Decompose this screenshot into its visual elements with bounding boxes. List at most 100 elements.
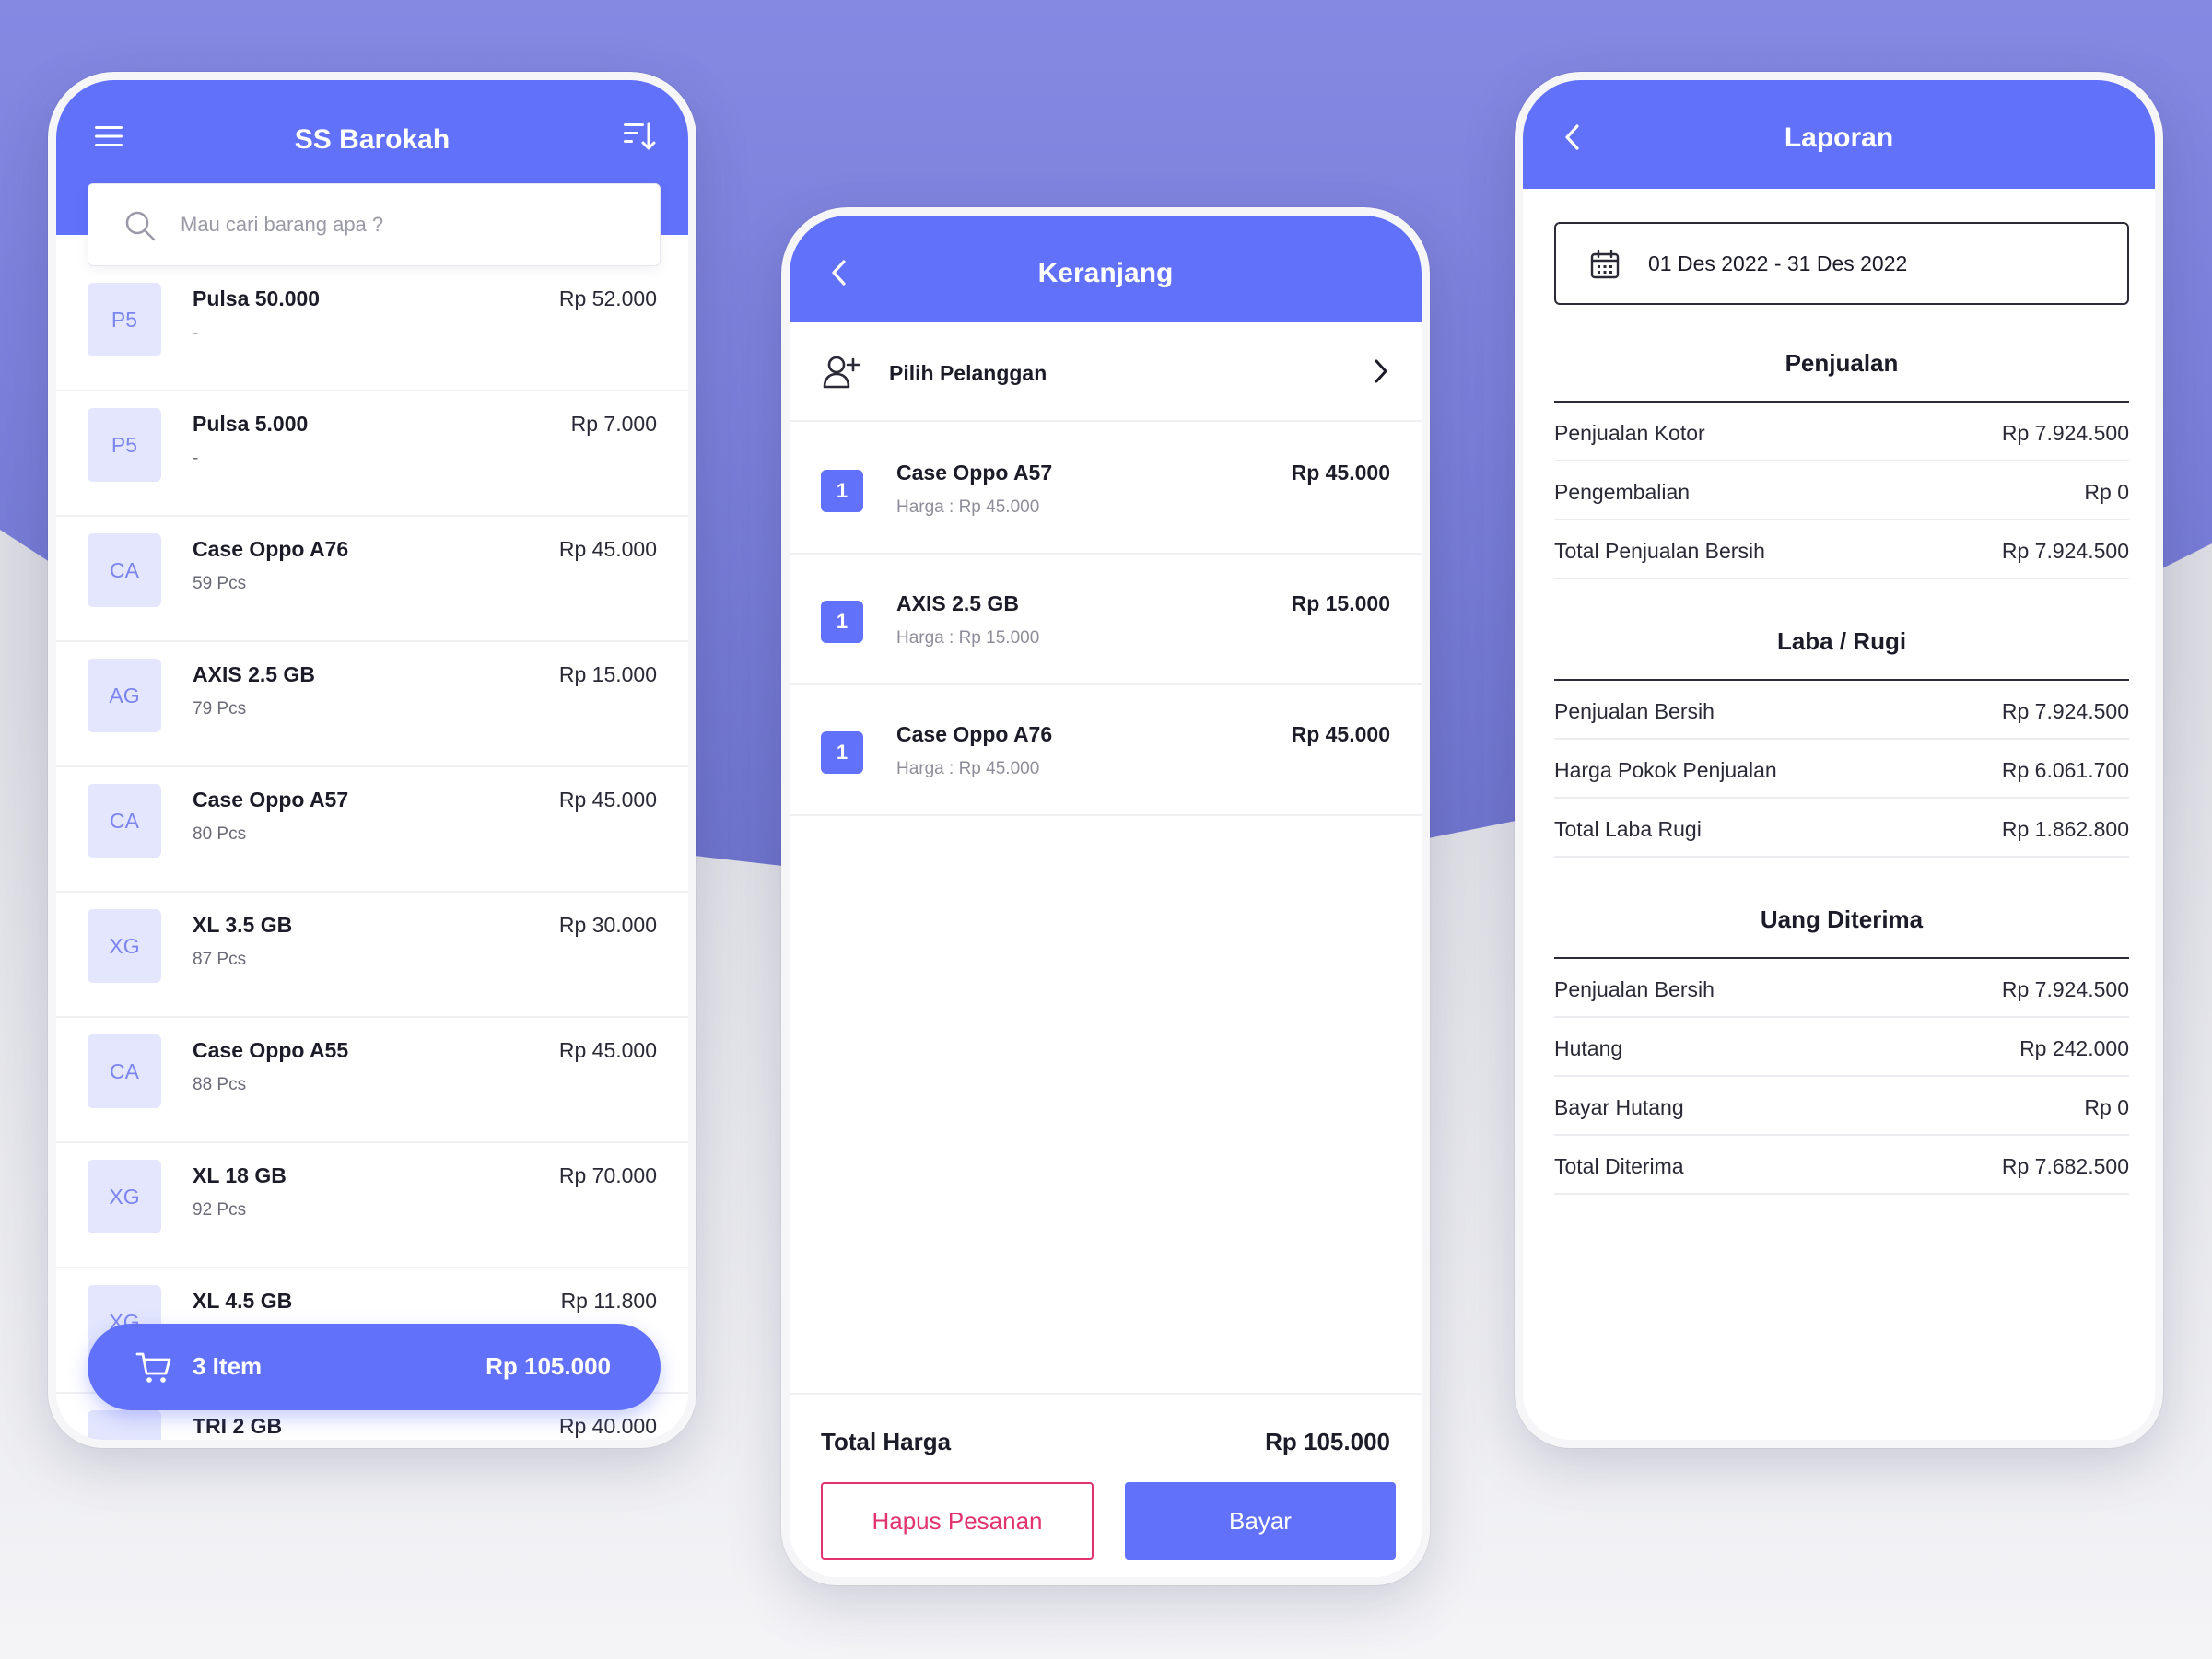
page-title: Laporan [1784,123,1894,153]
calendar-icon [1590,249,1620,279]
cart-item-unit-price: Harga : Rp 45.000 [896,497,1040,517]
report-row: Total Laba Rugi Rp 1.862.800 [1554,799,2129,858]
page-title: Keranjang [1037,258,1174,288]
phone-cart: Keranjang Pilih Pelanggan 1 Case Oppo A5… [781,207,1430,1585]
cart-item[interactable]: 1 AXIS 2.5 GB Harga : Rp 15.000 Rp 15.00… [790,555,1422,685]
report-row: Total Diterima Rp 7.682.500 [1554,1136,2129,1195]
cart-item-price: Rp 45.000 [1291,722,1390,746]
product-name: Case Oppo A57 [193,788,349,812]
report-value: Rp 7.924.500 [2001,977,2129,1001]
product-price: Rp 11.800 [560,1289,657,1313]
report-label: Pengembalian [1554,480,1691,504]
product-stock: 59 Pcs [193,574,247,593]
product-initials: CA [88,533,161,607]
cart-footer: Total Harga Rp 105.000 Hapus Pesanan Bay… [790,1393,1422,1577]
report-value: Rp 0 [2084,1095,2129,1119]
product-initials: XG [88,909,161,983]
report-label: Total Laba Rugi [1554,817,1702,841]
section-title: Penjualan [1785,349,1899,377]
product-name: XL 3.5 GB [193,913,293,937]
product-row[interactable]: AG AXIS 2.5 GB 79 Pcs Rp 15.000 [56,642,688,767]
product-price: Rp 70.000 [558,1163,657,1187]
report-row: Harga Pokok Penjualan Rp 6.061.700 [1554,740,2129,799]
product-name: XL 18 GB [193,1163,287,1187]
report-label: Bayar Hutang [1554,1095,1684,1119]
product-name: Pulsa 50.000 [193,286,321,310]
app-bar: Laporan [1523,80,2155,189]
product-initials: P5 [88,408,161,482]
product-initials: P5 [88,283,161,356]
report-label: Penjualan Kotor [1554,421,1705,445]
product-row[interactable]: CA Case Oppo A55 88 Pcs Rp 45.000 [56,1018,688,1143]
app-bar: Keranjang [790,216,1422,322]
product-row[interactable]: P5 Pulsa 50.000 - Rp 52.000 [56,266,688,391]
phone-report: Laporan 01 Des 2022 - 31 Des 2022 Penjua… [1515,72,2163,1448]
report-row: Total Penjualan Bersih Rp 7.924.500 [1554,520,2129,579]
pay-button[interactable]: Bayar [1125,1482,1396,1560]
add-user-icon [823,356,860,389]
product-row[interactable]: CA Case Oppo A57 80 Pcs Rp 45.000 [56,767,688,893]
report-value: Rp 7.924.500 [2001,539,2129,563]
cart-item[interactable]: 1 Case Oppo A76 Harga : Rp 45.000 Rp 45.… [790,685,1422,816]
cart-item[interactable]: 1 Case Oppo A57 Harga : Rp 45.000 Rp 45.… [790,424,1422,555]
product-name: Case Oppo A55 [193,1038,349,1062]
product-price: Rp 30.000 [558,913,657,937]
product-initials: XG [88,1160,161,1233]
report-label: Hutang [1554,1036,1623,1060]
quantity-badge: 1 [821,470,863,512]
product-price: Rp 15.000 [558,662,657,686]
sort-icon[interactable] [622,119,657,154]
report-label: Penjualan Bersih [1554,977,1715,1001]
cart-item-price: Rp 15.000 [1291,591,1390,615]
cart-item-price: Rp 45.000 [1291,461,1390,485]
date-range-picker[interactable]: 01 Des 2022 - 31 Des 2022 [1554,222,2129,305]
cart-icon [135,1352,171,1383]
cart-summary-button[interactable]: 3 Item Rp 105.000 [88,1324,661,1410]
product-stock: 80 Pcs [193,824,247,844]
report-label: Total Penjualan Bersih [1554,539,1765,563]
product-stock: 92 Pcs [193,1200,247,1220]
cart-item-unit-price: Harga : Rp 45.000 [896,759,1040,778]
product-row[interactable]: XG XL 18 GB 92 Pcs Rp 70.000 [56,1143,688,1268]
report-row: Penjualan Kotor Rp 7.924.500 [1554,403,2129,461]
product-initials: CA [88,1034,161,1108]
report-value: Rp 242.000 [2019,1036,2129,1060]
report-label: Penjualan Bersih [1554,699,1715,723]
quantity-badge: 1 [821,731,863,774]
product-name: Case Oppo A76 [193,537,349,561]
search-input[interactable]: Mau cari barang apa ? [88,183,661,266]
report-row: Pengembalian Rp 0 [1554,461,2129,520]
product-stock: 79 Pcs [193,699,247,719]
product-row[interactable]: P5 Pulsa 5.000 - Rp 7.000 [56,391,688,517]
delete-order-button[interactable]: Hapus Pesanan [821,1482,1094,1560]
product-price: Rp 45.000 [558,788,657,812]
report-value: Rp 0 [2084,480,2129,504]
product-price: Rp 52.000 [558,286,657,310]
product-price: Rp 40.000 [558,1414,657,1438]
report-row: Hutang Rp 242.000 [1554,1018,2129,1077]
product-price: Rp 45.000 [558,537,657,561]
product-stock: 87 Pcs [193,950,247,969]
select-customer-row[interactable]: Pilih Pelanggan [790,322,1422,422]
report-value: Rp 6.061.700 [2001,758,2129,782]
report-value: Rp 1.862.800 [2001,817,2129,841]
product-price: Rp 7.000 [570,412,657,436]
cart-item-name: Case Oppo A57 [896,461,1053,485]
product-initials: TG [88,1410,161,1440]
product-initials: AG [88,659,161,732]
report-label: Total Diterima [1554,1154,1684,1178]
quantity-badge: 1 [821,601,863,643]
product-initials: CA [88,784,161,858]
report-label: Harga Pokok Penjualan [1554,758,1777,782]
cart-item-name: AXIS 2.5 GB [896,591,1019,615]
search-icon [125,211,156,241]
product-name: TRI 2 GB [193,1414,283,1438]
product-row[interactable]: CA Case Oppo A76 59 Pcs Rp 45.000 [56,517,688,642]
chevron-right-icon [1375,359,1387,383]
report-row: Penjualan Bersih Rp 7.924.500 [1554,959,2129,1018]
product-stock: 88 Pcs [193,1075,247,1094]
page-title: SS Barokah [294,124,451,155]
search-placeholder: Mau cari barang apa ? [181,213,384,236]
product-name: XL 4.5 GB [193,1289,293,1313]
product-row[interactable]: XG XL 3.5 GB 87 Pcs Rp 30.000 [56,893,688,1018]
